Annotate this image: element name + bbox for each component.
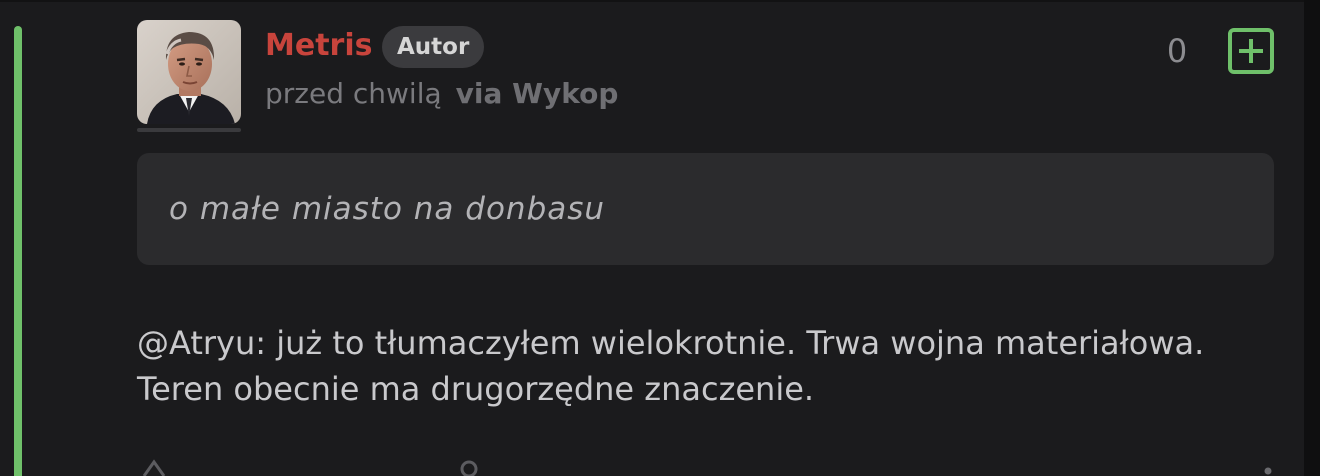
comment-body-line: @Atryu: już to tłumaczyłem wielokrotnie.… [137, 324, 1205, 362]
scroll-edge [1304, 0, 1320, 476]
quote-text: o małe miasto na donbasu [169, 191, 606, 227]
more-dots-icon[interactable] [1262, 462, 1274, 476]
comment-body-line: Teren obecnie ma drugorzędne znaczenie. [137, 370, 815, 408]
avatar-underline [137, 128, 241, 132]
plus-square-icon [1228, 28, 1274, 74]
comment-body: @Atryu: już to tłumaczyłem wielokrotnie.… [137, 320, 1287, 412]
user-icon[interactable] [458, 458, 480, 476]
via-source[interactable]: via Wykop [456, 77, 619, 110]
user-icon-glyph [460, 460, 478, 476]
username[interactable]: Metris [265, 26, 372, 66]
more-dots-glyph [1264, 467, 1272, 475]
share-icon-glyph [142, 459, 166, 476]
comment-meta: przed chwilą via Wykop [265, 75, 618, 113]
avatar-image [137, 20, 241, 124]
timestamp[interactable]: przed chwilą [265, 77, 442, 110]
divider [0, 0, 1320, 2]
author-badge: Autor [382, 26, 485, 68]
vote-count: 0 [1166, 32, 1188, 70]
upvote-button[interactable] [1228, 28, 1274, 74]
thread-indicator [14, 26, 22, 476]
share-icon[interactable] [140, 458, 170, 476]
quote-block: o małe miasto na donbasu [137, 153, 1274, 265]
avatar[interactable] [137, 20, 241, 124]
comment-card: Metris Autor przed chwilą via Wykop 0 o m… [0, 0, 1320, 476]
